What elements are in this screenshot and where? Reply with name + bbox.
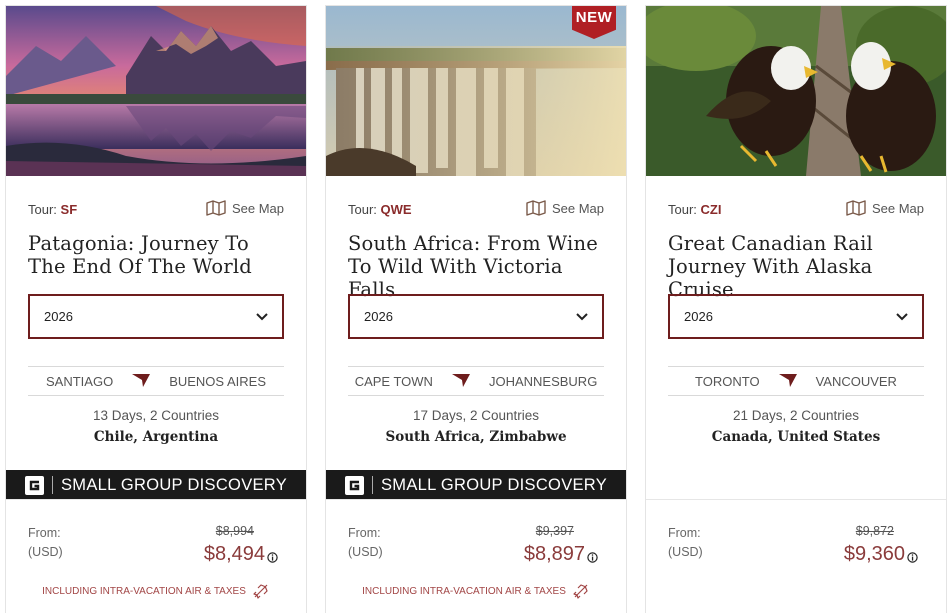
currency-label: (USD)	[28, 545, 63, 559]
route-start: SANTIAGO	[46, 373, 114, 389]
divider	[6, 499, 306, 500]
year-select[interactable]: 2026	[28, 294, 284, 339]
price-from-label: From: (USD)	[348, 524, 383, 562]
original-price: $9,872	[855, 524, 894, 538]
tour-title[interactable]: Great Canadian Rail Journey With Alaska …	[668, 232, 928, 301]
tour-code-label: Tour: SF	[28, 202, 78, 217]
year-select-value: 2026	[684, 309, 713, 324]
tour-countries: Canada, United States	[711, 429, 881, 445]
original-price: $8,994	[215, 524, 254, 538]
chevron-down-icon	[896, 312, 908, 320]
route-end: BUENOS AIRES	[169, 373, 266, 389]
chevron-down-icon	[256, 312, 268, 320]
divider	[326, 499, 626, 500]
route-start: CAPE TOWN	[354, 373, 433, 389]
tour-duration: 13 Days, 2 Countries	[92, 408, 220, 423]
tour-countries: South Africa, Zimbabwe	[385, 429, 567, 445]
sale-price: $8,494	[204, 543, 278, 569]
info-icon[interactable]	[587, 546, 598, 569]
tour-code: QWE	[380, 202, 412, 217]
currency-label: (USD)	[348, 545, 383, 559]
route-end: JOHANNESBURG	[488, 373, 598, 389]
inclusion-note: INCLUDING INTRA-VACATION AIR & TAXES	[326, 582, 626, 600]
tour-duration: 17 Days, 2 Countries	[412, 408, 540, 423]
route: TORONTO VANCOUVER	[668, 366, 924, 396]
see-map-link[interactable]: See Map	[846, 200, 924, 216]
tour-photo-victoria-falls[interactable]: NEW	[326, 6, 626, 176]
tour-title[interactable]: Patagonia: Journey To The End Of The Wor…	[28, 232, 288, 278]
tour-photo-patagonia[interactable]	[6, 6, 306, 176]
price-from-label: From: (USD)	[668, 524, 703, 562]
info-icon[interactable]	[267, 546, 278, 569]
sale-price-value: $9,360	[843, 543, 905, 565]
info-icon[interactable]	[907, 546, 918, 569]
currency-label: (USD)	[668, 545, 703, 559]
sale-price: $9,360	[844, 543, 918, 569]
g-logo-icon	[24, 475, 44, 495]
year-select[interactable]: 2026	[348, 294, 604, 339]
inclusion-note: INCLUDING INTRA-VACATION AIR & TAXES	[6, 582, 306, 600]
tour-countries: Chile, Argentina	[93, 429, 219, 445]
tour-card-canada[interactable]: Tour: CZI See Map Great Canadian Rail Jo…	[645, 5, 947, 613]
airplane-icon	[573, 584, 588, 599]
year-select-value: 2026	[364, 309, 393, 324]
tour-code-label: Tour: CZI	[668, 202, 722, 217]
see-map-label: See Map	[231, 200, 284, 216]
banner-divider	[51, 476, 53, 494]
inclusion-text: INCLUDING INTRA-VACATION AIR & TAXES	[42, 585, 246, 597]
small-group-discovery-banner: SMALL GROUP DISCOVERY	[326, 470, 626, 500]
see-map-link[interactable]: See Map	[206, 200, 284, 216]
see-map-label: See Map	[871, 200, 924, 216]
tour-card-patagonia[interactable]: Tour: SF See Map Patagonia: Journey To T…	[5, 5, 307, 613]
map-icon	[526, 200, 546, 216]
year-select-value: 2026	[44, 309, 73, 324]
route-arrow-icon	[778, 372, 798, 391]
divider	[646, 499, 946, 500]
see-map-label: See Map	[551, 200, 604, 216]
inclusion-text: INCLUDING INTRA-VACATION AIR & TAXES	[362, 585, 566, 597]
tour-code-label: Tour: QWE	[348, 202, 412, 217]
map-icon	[846, 200, 866, 216]
banner-label: SMALL GROUP DISCOVERY	[380, 475, 608, 494]
sale-price-value: $8,897	[523, 543, 585, 565]
price-from-label: From: (USD)	[28, 524, 63, 562]
small-group-discovery-banner: SMALL GROUP DISCOVERY	[6, 470, 306, 500]
route: SANTIAGO BUENOS AIRES	[28, 366, 284, 396]
tour-code: CZI	[700, 202, 722, 217]
route-start: TORONTO	[695, 373, 760, 389]
tour-card-south-africa[interactable]: NEW Tour: QWE See Map South Africa: From…	[325, 5, 627, 613]
banner-label: SMALL GROUP DISCOVERY	[60, 475, 288, 494]
chevron-down-icon	[576, 312, 588, 320]
route-end: VANCOUVER	[815, 373, 897, 389]
route-arrow-icon	[131, 372, 151, 391]
tour-code: SF	[60, 202, 78, 217]
see-map-link[interactable]: See Map	[526, 200, 604, 216]
route-arrow-icon	[451, 372, 471, 391]
airplane-icon	[253, 584, 268, 599]
original-price: $9,397	[535, 524, 574, 538]
sale-price: $8,897	[524, 543, 598, 569]
sale-price-value: $8,494	[203, 543, 265, 565]
g-logo-icon	[344, 475, 364, 495]
year-select[interactable]: 2026	[668, 294, 924, 339]
map-icon	[206, 200, 226, 216]
banner-divider	[371, 476, 373, 494]
route: CAPE TOWN JOHANNESBURG	[348, 366, 604, 396]
tour-duration: 21 Days, 2 Countries	[732, 408, 860, 423]
tour-photo-bald-eagles[interactable]	[646, 6, 946, 176]
tour-title[interactable]: South Africa: From Wine To Wild With Vic…	[348, 232, 608, 301]
